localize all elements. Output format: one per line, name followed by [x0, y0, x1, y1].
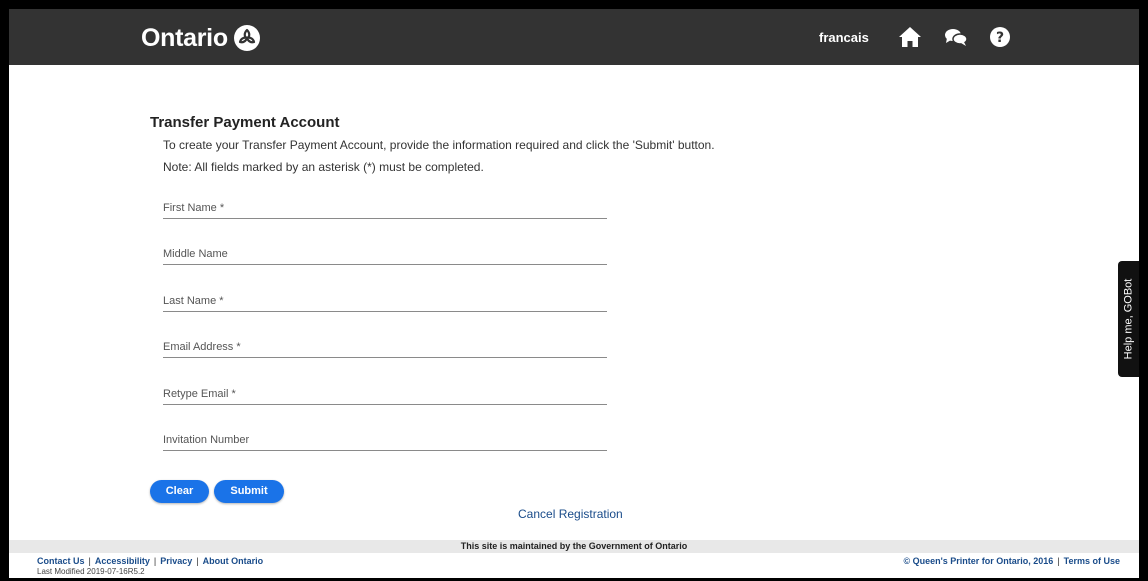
middle-name-field[interactable]: Middle Name [163, 238, 611, 266]
brand-name: Ontario [141, 23, 228, 52]
privacy-link[interactable]: Privacy [160, 556, 192, 566]
email-address-input[interactable] [163, 331, 611, 359]
top-navigation-bar: Ontario francais ? [9, 9, 1139, 65]
home-icon[interactable] [897, 24, 923, 50]
page-frame: Ontario francais ? Transfer Payment Acco… [9, 9, 1139, 578]
first-name-input[interactable] [163, 192, 611, 220]
submit-button[interactable]: Submit [214, 480, 284, 503]
link-separator: | [1057, 556, 1060, 566]
link-separator: | [153, 556, 157, 566]
required-note: Note: All fields marked by an asterisk (… [163, 160, 484, 174]
last-modified-text: Last Modified 2019-07-16R5.2 [37, 567, 145, 576]
accessibility-link[interactable]: Accessibility [95, 556, 150, 566]
terms-of-use-link[interactable]: Terms of Use [1064, 556, 1120, 566]
link-separator: | [88, 556, 91, 566]
ontario-logo[interactable]: Ontario [141, 23, 260, 53]
page-title: Transfer Payment Account [150, 114, 340, 131]
middle-name-input[interactable] [163, 238, 611, 266]
contact-us-link[interactable]: Contact Us [37, 556, 85, 566]
gobot-label: Help me, GOBot [1122, 278, 1135, 360]
about-ontario-link[interactable]: About Ontario [203, 556, 264, 566]
footer-copyright-area: © Queen's Printer for Ontario, 2016 | Term… [903, 556, 1120, 566]
invitation-number-input[interactable] [163, 424, 611, 452]
link-separator: | [196, 556, 199, 566]
chat-icon[interactable] [943, 24, 969, 50]
footer-maintained-bar: This site is maintained by the Governmen… [9, 540, 1139, 553]
language-toggle-link[interactable]: francais [819, 30, 869, 45]
trillium-icon [233, 25, 260, 51]
gobot-help-tab[interactable]: Help me, GOBot [1118, 261, 1139, 377]
invitation-number-field[interactable]: Invitation Number [163, 424, 611, 452]
email-address-field[interactable]: Email Address * [163, 331, 611, 359]
clear-button[interactable]: Clear [150, 480, 209, 503]
last-name-field[interactable]: Last Name * [163, 285, 611, 313]
retype-email-field[interactable]: Retype Email * [163, 378, 611, 406]
retype-email-input[interactable] [163, 378, 611, 406]
help-icon[interactable]: ? [987, 24, 1013, 50]
first-name-field[interactable]: First Name * [163, 192, 611, 220]
maintained-notice: This site is maintained by the Governmen… [460, 541, 688, 551]
cancel-registration-link[interactable]: Cancel Registration [518, 507, 623, 521]
footer-links: Contact Us | Accessibility | Privacy | About O… [37, 556, 263, 566]
last-name-input[interactable] [163, 285, 611, 313]
copyright-text: © Queen's Printer for Ontario, 2016 [903, 556, 1054, 566]
svg-text:?: ? [996, 30, 1004, 46]
instructions-text: To create your Transfer Payment Account,… [163, 138, 715, 152]
